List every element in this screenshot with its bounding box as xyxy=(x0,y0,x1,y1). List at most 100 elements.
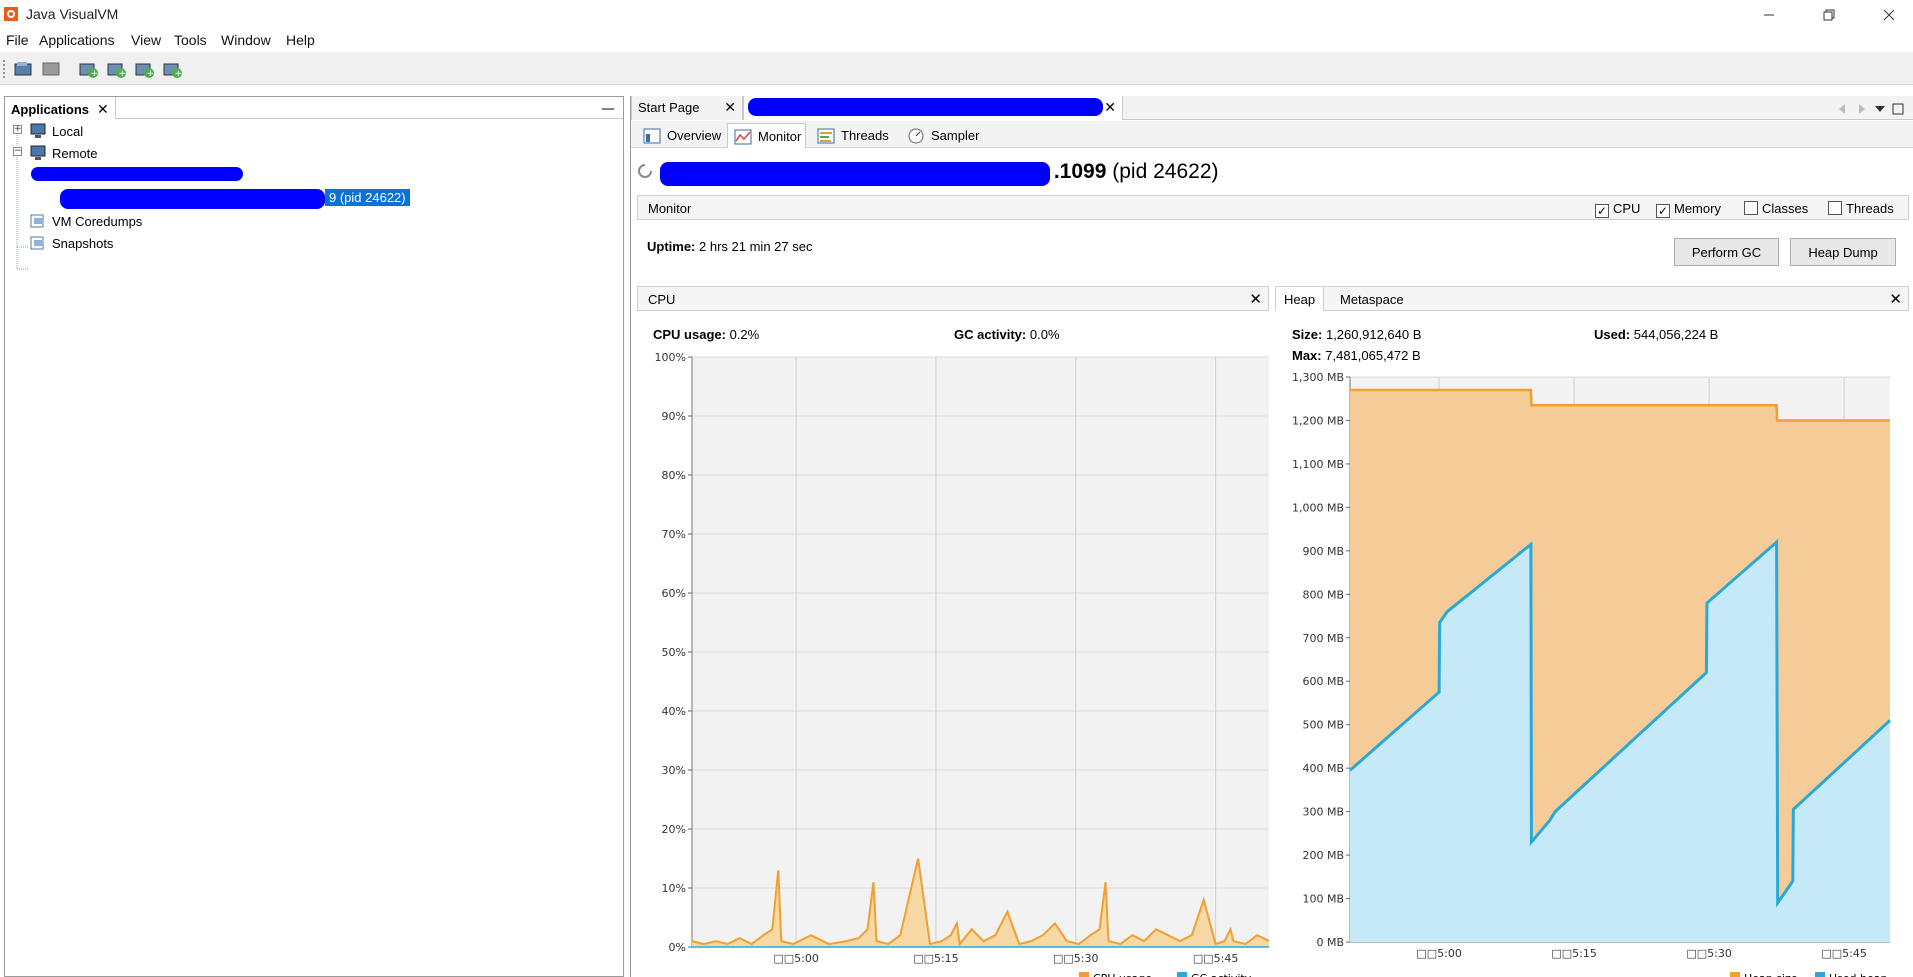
checkbox-threads[interactable]: Threads xyxy=(1828,201,1894,216)
title-bar: Java VisualVM xyxy=(0,0,1913,29)
tab-application[interactable]: ✕ xyxy=(743,96,1123,120)
minimize-window-button[interactable] xyxy=(1746,0,1792,29)
checkbox-cpu-box[interactable]: ✓ xyxy=(1595,204,1609,218)
save-snapshot-icon[interactable] xyxy=(40,58,62,80)
legend-cpu-swatch xyxy=(1079,972,1089,977)
gc-activity-stat: GC activity: 0.0% xyxy=(954,327,1060,342)
add-jmx-connection-icon[interactable]: + xyxy=(77,58,99,80)
load-application-icon[interactable] xyxy=(12,58,34,80)
legend-gc-swatch xyxy=(1177,972,1187,977)
snapshots-icon xyxy=(30,236,44,250)
tree-node-remote[interactable]: Remote xyxy=(52,146,98,161)
y-tick-label: 1,000 MB xyxy=(1292,501,1344,514)
close-icon[interactable]: ✕ xyxy=(1889,290,1902,308)
tab-threads[interactable]: Threads xyxy=(811,123,893,148)
sampler-icon xyxy=(908,128,924,144)
legend-gc-label: GC activity xyxy=(1191,972,1252,977)
redacted-tab-title xyxy=(748,98,1103,116)
heap-used-value: 544,056,224 B xyxy=(1633,327,1719,342)
checkbox-cpu-label: CPU xyxy=(1613,201,1641,216)
redacted-host-name xyxy=(31,167,243,181)
add-snapshot-icon[interactable]: + xyxy=(161,58,183,80)
expand-local-toggle[interactable]: + xyxy=(13,125,22,134)
applications-panel: Applications✕ — + Local − Remote − 9 (pi… xyxy=(4,96,624,977)
tree-node-vm-coredumps[interactable]: VM Coredumps xyxy=(52,214,142,229)
checkbox-classes[interactable]: Classes xyxy=(1744,201,1808,216)
checkbox-classes-box[interactable] xyxy=(1744,201,1758,215)
checkbox-memory[interactable]: ✓ Memory xyxy=(1656,201,1721,218)
close-window-button[interactable] xyxy=(1866,0,1912,29)
gc-activity-label: GC activity: xyxy=(954,327,1027,342)
tree-node-snapshots[interactable]: Snapshots xyxy=(52,236,113,251)
menu-window[interactable]: Window xyxy=(221,32,271,48)
tab-start-page[interactable]: Start Page ✕ xyxy=(631,96,743,120)
y-tick-label: 1,200 MB xyxy=(1292,414,1344,427)
y-tick-label: 100 MB xyxy=(1302,893,1344,906)
close-icon[interactable]: ✕ xyxy=(97,101,109,117)
window-title: Java VisualVM xyxy=(26,6,119,22)
x-tick-label: □□5:45 xyxy=(1821,947,1867,960)
menu-tools[interactable]: Tools xyxy=(174,32,207,48)
tab-metaspace[interactable]: Metaspace xyxy=(1332,287,1412,311)
tree-node-selected-app[interactable]: 9 (pid 24622) xyxy=(325,189,410,206)
y-tick-label: 30% xyxy=(662,764,686,777)
svg-text:+: + xyxy=(91,69,99,79)
svg-text:+: + xyxy=(175,69,183,79)
menu-view[interactable]: View xyxy=(131,32,161,48)
close-icon[interactable]: ✕ xyxy=(1249,290,1262,308)
menu-file[interactable]: File xyxy=(6,32,29,48)
add-vm-coredump-icon[interactable]: + xyxy=(133,58,155,80)
process-port: .1099 xyxy=(1053,160,1107,183)
y-tick-label: 600 MB xyxy=(1302,675,1344,688)
view-tabs: Overview Monitor Threads Sampler xyxy=(631,121,1913,148)
process-pid: (pid 24622) xyxy=(1112,160,1219,183)
restore-window-button[interactable] xyxy=(1806,0,1852,29)
y-tick-label: 90% xyxy=(662,410,686,423)
process-title: .1099 (pid 24622) xyxy=(636,160,1219,186)
cpu-usage-label: CPU usage: xyxy=(653,327,726,342)
tree-node-local[interactable]: Local xyxy=(52,124,83,139)
menu-applications[interactable]: Applications xyxy=(39,32,115,48)
checkbox-threads-box[interactable] xyxy=(1828,201,1842,215)
x-tick-label: □□5:00 xyxy=(1416,947,1462,960)
y-tick-label: 1,300 MB xyxy=(1292,371,1344,384)
heap-panel-header: Heap Metaspace ✕ xyxy=(1275,286,1909,311)
legend-heap-label: Heap size xyxy=(1744,972,1798,977)
checkbox-classes-label: Classes xyxy=(1762,201,1809,216)
heap-dump-button[interactable]: Heap Dump xyxy=(1790,238,1896,266)
x-tick-label: □□5:15 xyxy=(1551,947,1597,960)
checkbox-cpu[interactable]: ✓ CPU xyxy=(1595,201,1640,218)
close-icon xyxy=(1883,9,1895,20)
toolbar-grip[interactable] xyxy=(3,60,6,78)
minimize-icon xyxy=(1764,14,1774,15)
tab-sampler[interactable]: Sampler xyxy=(901,123,983,148)
uptime-value: 2 hrs 21 min 27 sec xyxy=(699,239,813,254)
checkbox-memory-box[interactable]: ✓ xyxy=(1656,204,1670,218)
minimize-panel-icon[interactable]: — xyxy=(601,101,615,117)
applications-tab[interactable]: Applications ✕ xyxy=(5,97,116,119)
heap-max-stat: Max: 7,481,065,472 B xyxy=(1292,348,1421,363)
uptime: Uptime: 2 hrs 21 min 27 sec xyxy=(647,239,812,254)
perform-gc-button[interactable]: Perform GC xyxy=(1674,238,1779,266)
close-icon[interactable]: ✕ xyxy=(1104,99,1116,116)
checkbox-memory-label: Memory xyxy=(1674,201,1721,216)
add-remote-host-icon[interactable]: + xyxy=(105,58,127,80)
tab-monitor[interactable]: Monitor xyxy=(727,123,807,148)
toolbar: + + + + xyxy=(0,52,1913,85)
tab-heap[interactable]: Heap xyxy=(1276,287,1325,311)
tab-navigation-icons[interactable] xyxy=(1837,102,1907,116)
x-tick-label: □□5:30 xyxy=(1686,947,1732,960)
tab-overview[interactable]: Overview xyxy=(637,123,725,148)
legend-cpu-label: CPU usage xyxy=(1093,972,1152,977)
remote-host-icon xyxy=(30,145,46,160)
collapse-remote-toggle[interactable]: − xyxy=(13,147,22,156)
legend-used-label: Used heap xyxy=(1829,972,1888,977)
y-tick-label: 70% xyxy=(662,528,686,541)
legend-heap-swatch xyxy=(1730,972,1740,977)
tab-sampler-label: Sampler xyxy=(931,128,980,143)
menu-help[interactable]: Help xyxy=(286,32,315,48)
monitor-header: Monitor ✓ CPU ✓ Memory Classes Threads xyxy=(637,195,1909,220)
close-icon[interactable]: ✕ xyxy=(724,99,736,116)
gc-activity-value: 0.0% xyxy=(1029,327,1060,342)
heap-max-label: Max: xyxy=(1292,348,1322,363)
